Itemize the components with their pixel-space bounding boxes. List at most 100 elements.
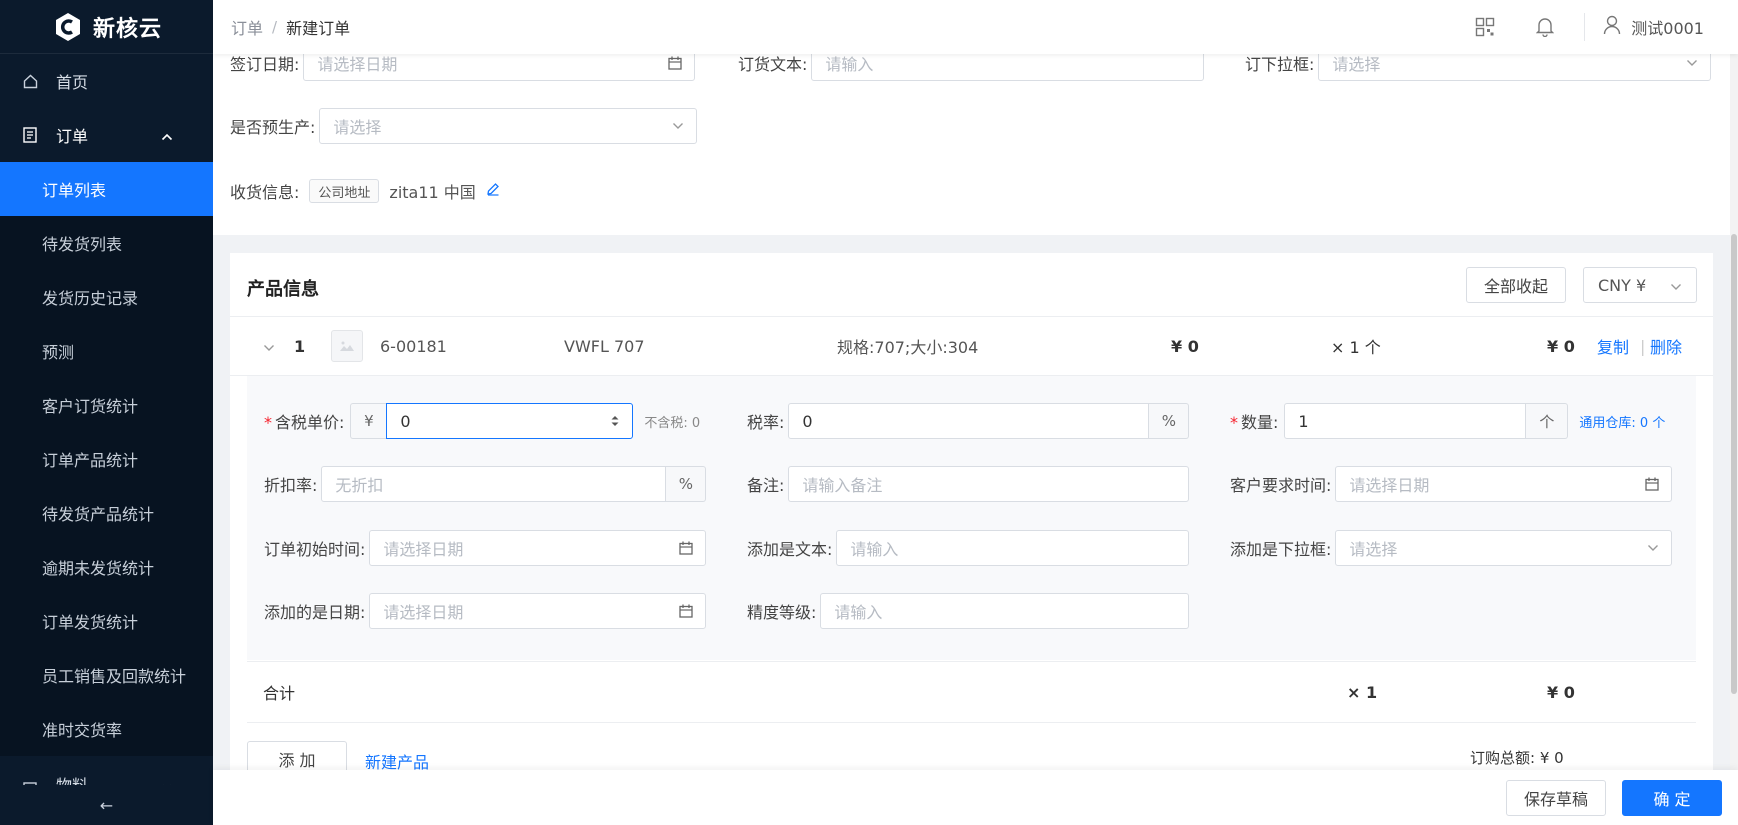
product-amount: ¥ 0 xyxy=(1547,336,1575,356)
no-tax-value: 不含税: 0 xyxy=(644,415,701,431)
arrow-left-icon: ← xyxy=(99,795,114,815)
product-info-card: 产品信息 全部收起 CNY ¥ 1 6-00181 VWFL 707 规格:70… xyxy=(230,253,1713,825)
sidebar-item-customer-stats[interactable]: 客户订货统计 xyxy=(0,378,213,432)
add-date-placeholder: 请选择日期 xyxy=(383,603,464,622)
logo-icon xyxy=(51,10,85,44)
sign-date-input[interactable]: 请选择日期 xyxy=(303,54,696,81)
top-header: 订单 / 新建订单 测试0001 xyxy=(213,0,1738,54)
calendar-icon xyxy=(679,604,694,618)
company-address-tag[interactable]: 公司地址 xyxy=(309,179,380,203)
tax-rate-input[interactable]: 0 xyxy=(788,403,1150,439)
remark-field: 备注: 请输入备注 xyxy=(747,466,1190,502)
logo[interactable]: 新核云 xyxy=(0,0,213,54)
breadcrumb-orders[interactable]: 订单 xyxy=(231,15,263,39)
sidebar-item-pending-shipment[interactable]: 待发货列表 xyxy=(0,216,213,270)
remark-label: 备注: xyxy=(747,476,785,495)
product-row[interactable]: 1 6-00181 VWFL 707 规格:707;大小:304 ¥ 0 × 1… xyxy=(230,316,1713,376)
chevron-down-icon xyxy=(1686,59,1698,67)
product-price: ¥ 0 xyxy=(1171,336,1199,356)
remark-placeholder: 请输入备注 xyxy=(802,476,883,495)
add-text-field: 添加是文本: 请输入 xyxy=(747,530,1190,566)
product-detail-panel: * 含税单价: ¥ 0 不含税: 0 税率: 0 % * 数量: 1 个 通用仓… xyxy=(247,376,1696,660)
delete-link[interactable]: 删除 xyxy=(1650,334,1682,358)
preproduce-label: 是否预生产: xyxy=(230,118,316,137)
yen-prefix: ¥ xyxy=(350,403,387,439)
product-code: 6-00181 xyxy=(380,336,447,356)
add-text-input[interactable]: 请输入 xyxy=(836,530,1190,566)
tax-price-input[interactable]: 0 xyxy=(386,403,634,439)
remark-input[interactable]: 请输入备注 xyxy=(788,466,1190,502)
preproduce-select[interactable]: 请选择 xyxy=(319,108,698,144)
quantity-input[interactable]: 1 xyxy=(1284,403,1527,439)
sidebar-item-label: 待发货产品统计 xyxy=(42,505,155,524)
collapse-all-button[interactable]: 全部收起 xyxy=(1466,267,1566,303)
add-date-input[interactable]: 请选择日期 xyxy=(369,593,707,629)
page-scrollbar[interactable] xyxy=(1730,54,1738,825)
unit-suffix: 个 xyxy=(1526,403,1569,439)
order-select-placeholder: 请选择 xyxy=(1332,55,1381,74)
init-time-placeholder: 请选择日期 xyxy=(383,540,464,559)
sidebar-item-label: 客户订货统计 xyxy=(42,397,139,416)
add-select-label: 添加是下拉框: xyxy=(1230,540,1332,559)
tax-rate-value: 0 xyxy=(802,411,813,431)
currency-select[interactable]: CNY ¥ xyxy=(1583,267,1697,303)
init-time-input[interactable]: 请选择日期 xyxy=(369,530,707,566)
bell-icon[interactable] xyxy=(1534,16,1556,38)
sidebar-item-pending-product-stats[interactable]: 待发货产品统计 xyxy=(0,486,213,540)
shipping-value: zita11 中国 xyxy=(389,183,476,202)
order-select-label: 订下拉框: xyxy=(1245,55,1315,74)
total-amount: ¥ 0 xyxy=(1547,682,1575,702)
sidebar-item-label: 订单 xyxy=(56,127,89,146)
scrollbar-thumb[interactable] xyxy=(1731,234,1737,694)
sign-date-field: 签订日期: 请选择日期 xyxy=(230,54,696,81)
sidebar-item-home[interactable]: 首页 xyxy=(0,54,213,108)
sidebar-item-label: 待发货列表 xyxy=(42,235,123,254)
add-text-label: 添加是文本: xyxy=(747,540,833,559)
sidebar-item-forecast[interactable]: 预测 xyxy=(0,324,213,378)
discount-field: 折扣率: 无折扣 % xyxy=(264,466,707,502)
sidebar-item-order-list[interactable]: 订单列表 xyxy=(0,162,213,216)
order-text-placeholder: 请输入 xyxy=(825,55,874,74)
order-text-input[interactable]: 请输入 xyxy=(811,54,1205,81)
order-select-field: 订下拉框: 请选择 xyxy=(1245,54,1712,81)
sidebar-item-sales-stats[interactable]: 员工销售及回款统计 xyxy=(0,648,213,702)
order-select[interactable]: 请选择 xyxy=(1318,54,1712,81)
sidebar-item-ontime-rate[interactable]: 准时交货率 xyxy=(0,702,213,756)
save-draft-button[interactable]: 保存草稿 xyxy=(1506,779,1606,816)
sidebar-item-order-product-stats[interactable]: 订单产品统计 xyxy=(0,432,213,486)
qrcode-icon[interactable] xyxy=(1474,16,1496,38)
copy-link[interactable]: 复制 xyxy=(1597,334,1629,358)
sign-date-placeholder: 请选择日期 xyxy=(317,55,398,74)
customer-time-input[interactable]: 请选择日期 xyxy=(1335,466,1673,502)
sidebar-item-overdue-stats[interactable]: 逾期未发货统计 xyxy=(0,540,213,594)
edit-icon[interactable] xyxy=(486,182,500,200)
product-spec: 规格:707;大小:304 xyxy=(837,338,979,357)
warehouse-link[interactable]: 通用仓库: 0 个 xyxy=(1579,412,1665,431)
user-menu[interactable]: 测试0001 xyxy=(1603,15,1704,39)
sidebar-item-shipment-stats[interactable]: 订单发货统计 xyxy=(0,594,213,648)
precision-input[interactable]: 请输入 xyxy=(820,593,1190,629)
confirm-button[interactable]: 确 定 xyxy=(1622,779,1722,816)
product-name: VWFL 707 xyxy=(564,336,645,356)
chevron-down-icon[interactable] xyxy=(263,337,275,356)
collapse-sidebar-button[interactable]: ← xyxy=(0,785,213,825)
sidebar-item-label: 预测 xyxy=(42,343,75,362)
sidebar-item-order[interactable]: 订单 xyxy=(0,108,213,162)
stepper-icon[interactable] xyxy=(610,414,620,428)
order-text-label: 订货文本: xyxy=(738,55,808,74)
percent-suffix: % xyxy=(666,466,707,502)
quantity-field: * 数量: 1 个 通用仓库: 0 个 xyxy=(1230,403,1665,439)
discount-input[interactable]: 无折扣 xyxy=(321,466,667,502)
add-select[interactable]: 请选择 xyxy=(1335,530,1673,566)
breadcrumb-current: 新建订单 xyxy=(286,19,351,38)
sign-date-label: 签订日期: xyxy=(230,55,300,74)
order-text-field: 订货文本: 请输入 xyxy=(738,54,1205,81)
breadcrumb-separator: / xyxy=(272,18,278,36)
sidebar-item-label: 逾期未发货统计 xyxy=(42,559,155,578)
footer-action-bar: 保存草稿 确 定 xyxy=(213,770,1738,825)
init-time-label: 订单初始时间: xyxy=(264,540,366,559)
percent-suffix: % xyxy=(1149,403,1190,439)
sidebar-item-shipment-history[interactable]: 发货历史记录 xyxy=(0,270,213,324)
product-qty: × 1 个 xyxy=(1331,338,1381,357)
tax-price-field: * 含税单价: ¥ 0 不含税: 0 xyxy=(264,403,700,439)
